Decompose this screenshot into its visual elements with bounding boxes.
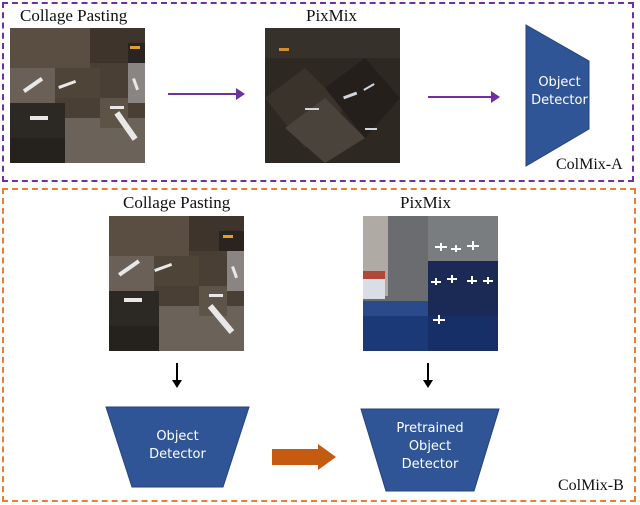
colmix-a-object-detector: Object Detector [525, 24, 590, 167]
colmix-b-detector-label-1: Object [156, 429, 199, 444]
arrow-b1-shaft [176, 363, 178, 381]
colmix-a-collage-image [10, 28, 145, 163]
colmix-a-caption: ColMix-A [556, 156, 623, 173]
arrow-b3-head-icon [318, 444, 336, 470]
arrow-b3-shaft [272, 449, 320, 465]
colmix-a-detector-label-2: Detector [531, 93, 588, 108]
arrow-a2-shaft [428, 96, 493, 98]
colmix-b-pretrained-label-3: Detector [401, 457, 459, 472]
colmix-b-pretrained-label-2: Object [408, 439, 452, 454]
arrow-a2-head-icon [491, 91, 500, 103]
arrow-b1-head-icon [172, 380, 182, 388]
colmix-a-detector-label-1: Object [538, 75, 581, 90]
arrow-b2-shaft [427, 363, 429, 381]
colmix-b-pretrained-label-1: Pretrained [396, 421, 464, 436]
colmix-b-pixmix-image [363, 216, 498, 351]
colmix-b-collage-image [109, 216, 244, 351]
colmix-b-pixmix-title: PixMix [400, 193, 452, 212]
colmix-b-detector-label-2: Detector [149, 447, 206, 462]
colmix-a-pixmix-title: PixMix [306, 6, 358, 25]
arrow-a1-head-icon [236, 88, 245, 100]
colmix-b-collage-title: Collage Pasting [123, 193, 231, 212]
colmix-a-pixmix-image [265, 28, 400, 163]
colmix-b-pretrained-object-detector: Pretrained Object Detector [360, 408, 500, 492]
colmix-a-collage-title: Collage Pasting [20, 6, 128, 25]
arrow-b2-head-icon [423, 380, 433, 388]
colmix-b-caption: ColMix-B [558, 477, 624, 494]
arrow-a1-shaft [168, 93, 243, 95]
colmix-b-object-detector: Object Detector [105, 406, 250, 488]
